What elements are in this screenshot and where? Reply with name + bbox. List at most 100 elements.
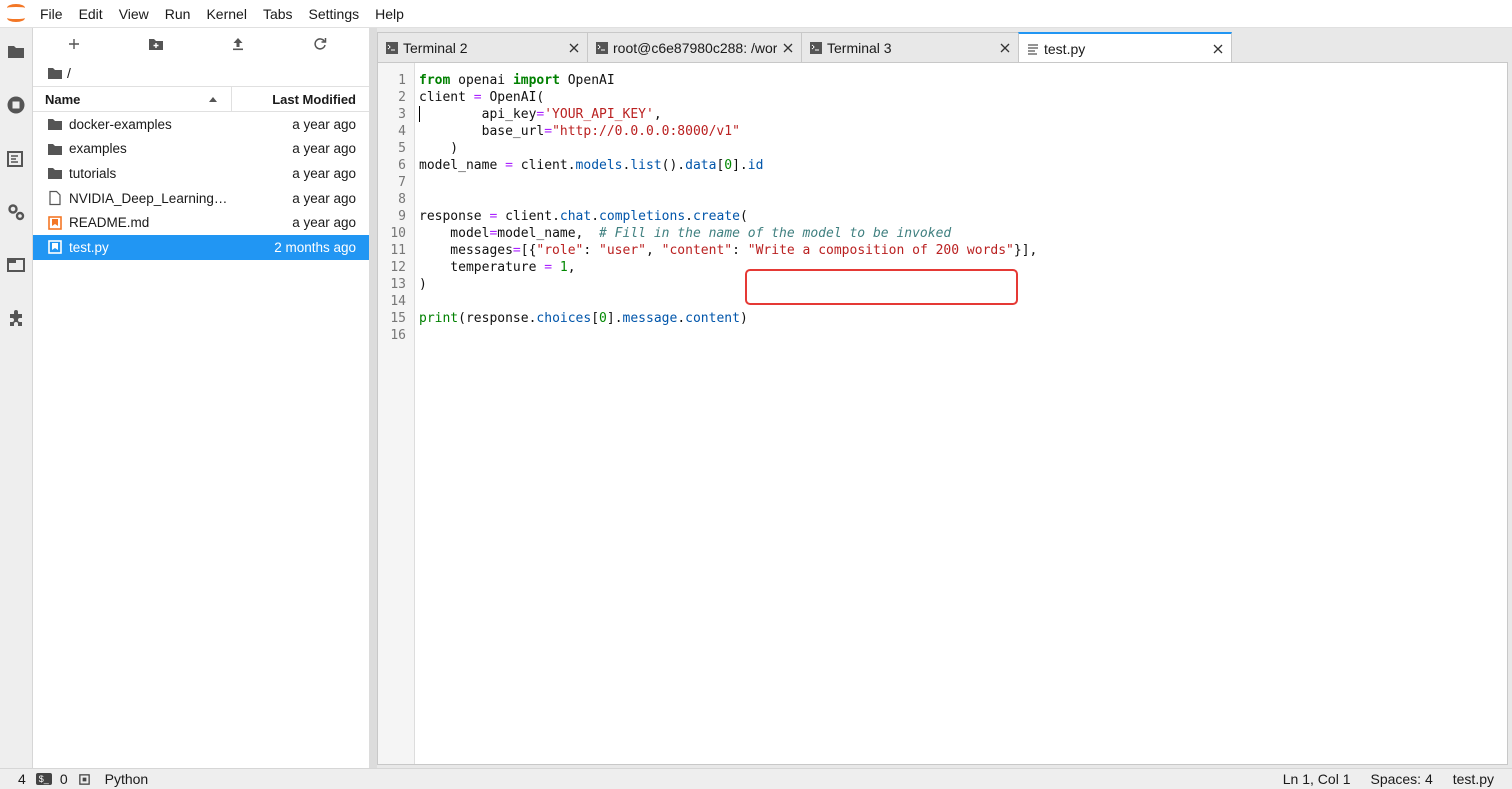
menu-help[interactable]: Help [369, 0, 414, 28]
last-modified-column-header[interactable]: Last Modified [232, 92, 369, 107]
jupyter-logo-icon [0, 0, 34, 28]
tab-test-py[interactable]: test.py [1018, 32, 1232, 63]
tabs-icon[interactable] [5, 254, 27, 276]
line-number: 7 [398, 175, 406, 190]
line-number: 16 [390, 328, 406, 343]
plus-icon [69, 39, 79, 49]
indent-setting[interactable]: Spaces: 4 [1370, 771, 1432, 787]
panel-splitter[interactable] [369, 28, 377, 768]
line-number: 4 [398, 124, 406, 139]
file-name-status: test.py [1452, 771, 1494, 787]
activity-bar [0, 28, 33, 768]
line-number: 10 [390, 226, 406, 241]
tab-terminal-2[interactable]: Terminal 2 [377, 32, 588, 62]
name-column-header[interactable]: Name [33, 87, 232, 111]
property-inspector-icon[interactable] [5, 201, 27, 223]
code-line-2: client = OpenAI( [419, 90, 545, 105]
folder-icon [47, 165, 63, 181]
close-icon[interactable] [1211, 42, 1225, 56]
code-line-9: response = client.chat.completions.creat… [419, 209, 748, 224]
code-line-3: api_key='YOUR_API_KEY', [419, 107, 662, 122]
file-icon [47, 190, 63, 206]
markdown-file-icon [47, 215, 63, 231]
close-icon[interactable] [567, 41, 581, 55]
code-line-11: messages=[{"role": "user", "content": "W… [419, 243, 1038, 258]
close-icon[interactable] [781, 41, 795, 55]
file-browser-toolbar [33, 28, 369, 60]
line-number: 15 [390, 311, 406, 326]
code-line-6: model_name = client.models.list().data[0… [419, 158, 764, 173]
code-line-5: ) [419, 141, 459, 156]
menu-tabs[interactable]: Tabs [257, 0, 303, 28]
new-folder-button[interactable] [115, 28, 197, 60]
cursor-position[interactable]: Ln 1, Col 1 [1283, 771, 1351, 787]
line-number: 13 [390, 277, 406, 292]
folder-icon [47, 116, 63, 132]
line-number: 5 [398, 141, 406, 156]
code-line-12: temperature = 1, [419, 260, 576, 275]
kernel-status[interactable] [78, 773, 91, 786]
terminal-icon [596, 41, 608, 54]
tab-root-terminal[interactable]: root@c6e87980c288: /wor [587, 32, 802, 62]
file-row-tutorials[interactable]: tutorials a year ago [33, 161, 369, 186]
file-row-examples[interactable]: examples a year ago [33, 137, 369, 162]
line-number: 3 [398, 107, 406, 122]
code-editor[interactable]: 1 2 3 4 5 6 7 8 9 10 11 12 13 14 15 16 f… [377, 62, 1508, 765]
folder-icon [47, 141, 63, 157]
cpu-icon [78, 773, 90, 785]
file-list: docker-examples a year ago examples a ye… [33, 112, 369, 260]
kernel-name[interactable]: Python [105, 771, 149, 787]
terminal-status[interactable]: $_ 0 [35, 771, 68, 787]
tab-terminal-3[interactable]: Terminal 3 [801, 32, 1019, 62]
line-number: 1 [398, 73, 406, 88]
folder-icon [48, 68, 62, 79]
terminal-icon [386, 41, 398, 54]
line-number: 8 [398, 192, 406, 207]
upload-icon [233, 38, 243, 51]
menu-edit[interactable]: Edit [73, 0, 113, 28]
close-icon[interactable] [998, 41, 1012, 55]
code-line-4: base_url="http://0.0.0.0:8000/v1" [419, 124, 740, 139]
terminal-icon [810, 41, 822, 54]
breadcrumb[interactable]: / [33, 60, 369, 86]
file-list-header: Name Last Modified [33, 86, 369, 112]
code-line-10: model=model_name, # Fill in the name of … [419, 226, 952, 241]
line-number: 14 [390, 294, 406, 309]
menu-settings[interactable]: Settings [303, 0, 370, 28]
tab-bar: Terminal 2 root@c6e87980c288: /wor Termi… [377, 32, 1232, 63]
line-number: 11 [390, 243, 406, 258]
file-browser: / Name Last Modified docker-examples a y… [33, 28, 369, 768]
running-icon[interactable] [5, 94, 27, 116]
status-count[interactable]: 4 [18, 771, 26, 787]
file-row-test-py[interactable]: test.py 2 months ago [33, 234, 369, 260]
extension-icon[interactable] [5, 307, 27, 329]
file-row-readme[interactable]: README.md a year ago [33, 210, 369, 235]
menu-bar: File Edit View Run Kernel Tabs Settings … [0, 0, 1512, 28]
menu-view[interactable]: View [113, 0, 159, 28]
code-line-13: ) [419, 277, 427, 292]
main-area: Terminal 2 root@c6e87980c288: /wor Termi… [377, 28, 1512, 768]
terminal-icon: $_ [35, 773, 52, 785]
commands-icon[interactable] [5, 148, 27, 170]
text-file-icon [1027, 43, 1039, 55]
new-launcher-button[interactable] [33, 28, 115, 60]
file-row-nvidia-deep-learning[interactable]: NVIDIA_Deep_Learning_... a year ago [33, 186, 369, 211]
breadcrumb-path[interactable]: / [67, 65, 71, 81]
folder-icon[interactable] [5, 41, 27, 63]
code-line-15: print(response.choices[0].message.conten… [419, 311, 748, 326]
code-line-1: from openai import OpenAI [419, 73, 615, 88]
refresh-button[interactable] [279, 28, 361, 60]
refresh-icon [314, 38, 327, 50]
line-number: 12 [390, 260, 406, 275]
line-gutter: 1 2 3 4 5 6 7 8 9 10 11 12 13 14 15 16 [378, 63, 415, 764]
file-row-docker-examples[interactable]: docker-examples a year ago [33, 112, 369, 137]
status-bar: 4 $_ 0 Python Ln 1, Col 1 Spaces: 4 test… [0, 768, 1512, 789]
menu-kernel[interactable]: Kernel [200, 0, 256, 28]
upload-button[interactable] [197, 28, 279, 60]
highlight-annotation-box [745, 269, 1018, 305]
sort-ascending-icon [209, 96, 217, 102]
menu-file[interactable]: File [34, 0, 73, 28]
python-file-icon [47, 239, 63, 255]
menu-run[interactable]: Run [159, 0, 201, 28]
new-folder-icon [149, 39, 163, 50]
